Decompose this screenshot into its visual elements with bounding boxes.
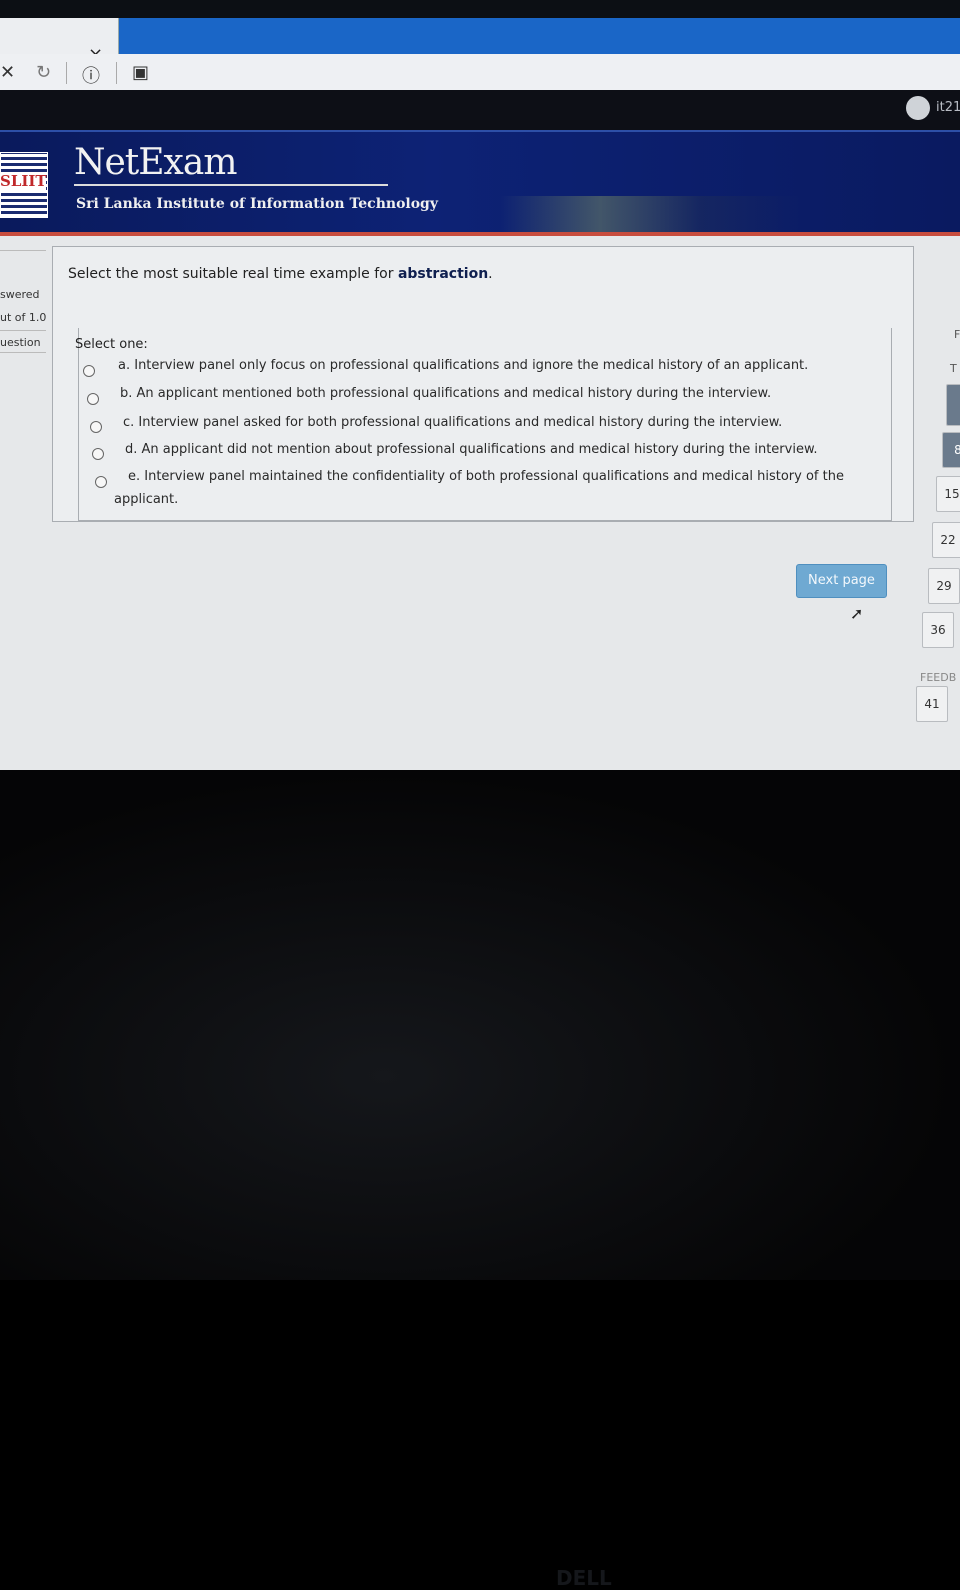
browser-top-edge — [0, 0, 960, 18]
divider — [0, 330, 46, 331]
nav-tile-current[interactable] — [946, 384, 960, 426]
option-d-radio[interactable] — [92, 448, 104, 460]
option-b-label[interactable]: b. An applicant mentioned both professio… — [120, 386, 771, 401]
close-icon[interactable]: ✕ — [0, 62, 15, 83]
user-bar — [0, 90, 960, 130]
nav-heading-letter: F — [954, 328, 960, 341]
site-subtitle: Sri Lanka Institute of Information Techn… — [76, 196, 438, 212]
info-icon[interactable]: ⓘ — [82, 62, 100, 88]
option-e-radio[interactable] — [95, 476, 107, 488]
flag-question[interactable]: uestion — [0, 336, 41, 349]
nav-subheading-letter: T — [950, 362, 957, 375]
logo-text: SLIIT — [0, 172, 47, 190]
divider — [0, 250, 46, 251]
nav-tile-36[interactable]: 36 — [922, 612, 954, 648]
option-a-radio[interactable] — [83, 365, 95, 377]
mouse-cursor-icon: ➚ — [850, 604, 864, 623]
option-b-radio[interactable] — [87, 393, 99, 405]
option-e-label-continued[interactable]: applicant. — [114, 492, 178, 507]
header-image — [500, 196, 800, 232]
page-icon[interactable]: ▣ — [132, 62, 149, 83]
device-brand: DELL — [556, 1566, 612, 1590]
separator — [116, 62, 117, 84]
reload-icon[interactable]: ↻ — [36, 62, 51, 83]
browser-tab[interactable]: × — [0, 18, 119, 65]
question-text: Select the most suitable real time examp… — [68, 266, 493, 282]
tab-strip — [0, 18, 960, 54]
option-c-label[interactable]: c. Interview panel asked for both profes… — [123, 415, 782, 430]
nav-tile-8[interactable]: 8 — [942, 432, 960, 468]
feedback-label: FEEDB — [920, 671, 957, 684]
screen: × ✕ ↻ ⓘ ▣ it21 SLIIT NetExam Sri Lanka I… — [0, 0, 960, 770]
answered-status: swered — [0, 288, 40, 301]
option-e-label[interactable]: e. Interview panel maintained the confid… — [128, 469, 844, 484]
nav-tile-15[interactable]: 15 — [936, 476, 960, 512]
option-c-radio[interactable] — [90, 421, 102, 433]
next-page-button[interactable]: Next page — [796, 564, 887, 598]
user-name[interactable]: it21 — [936, 100, 960, 115]
question-suffix: . — [488, 266, 493, 282]
select-one-label: Select one: — [75, 337, 148, 352]
question-prefix: Select the most suitable real time examp… — [68, 266, 398, 282]
separator — [66, 62, 67, 84]
laptop-keyboard-area: DELL — [0, 770, 960, 1590]
option-a-label[interactable]: a. Interview panel only focus on profess… — [118, 358, 808, 373]
nav-tile-41[interactable]: 41 — [916, 686, 948, 722]
divider — [0, 352, 46, 353]
title-underline — [74, 184, 388, 186]
site-title: NetExam — [74, 142, 237, 183]
nav-tile-29[interactable]: 29 — [928, 568, 960, 604]
header-accent-strip — [0, 232, 960, 236]
marks-info: ut of 1.0 — [0, 311, 47, 324]
option-d-label[interactable]: d. An applicant did not mention about pr… — [125, 442, 818, 457]
avatar[interactable] — [906, 96, 930, 120]
question-keyword: abstraction — [397, 266, 489, 282]
nav-tile-22[interactable]: 22 — [932, 522, 960, 558]
question-info-panel: swered ut of 1.0 uestion — [0, 236, 48, 770]
